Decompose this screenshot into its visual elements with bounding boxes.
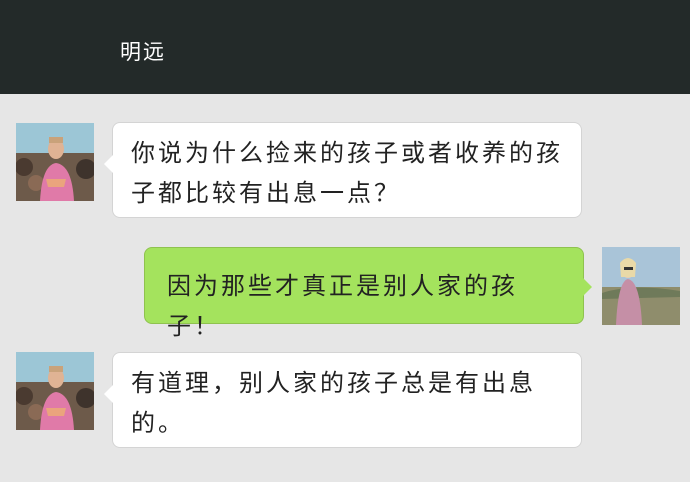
user-avatar[interactable]: [602, 247, 680, 325]
message-text: 有道理，别人家的孩子总是有出息的。: [131, 369, 536, 437]
message-bubble-incoming[interactable]: 你说为什么捡来的孩子或者收养的孩子都比较有出息一点？: [104, 122, 582, 218]
message-bubble-outgoing[interactable]: 因为那些才真正是别人家的孩子！: [144, 247, 592, 340]
contact-avatar[interactable]: [16, 123, 94, 201]
chat-title: 明远: [120, 40, 166, 64]
message-text: 因为那些才真正是别人家的孩子！: [167, 272, 518, 340]
message-bubble-incoming[interactable]: 有道理，别人家的孩子总是有出息的。: [104, 352, 582, 448]
chat-header: 明远: [0, 0, 690, 94]
message-text: 你说为什么捡来的孩子或者收养的孩子都比较有出息一点？: [131, 139, 563, 207]
contact-avatar[interactable]: [16, 352, 94, 430]
